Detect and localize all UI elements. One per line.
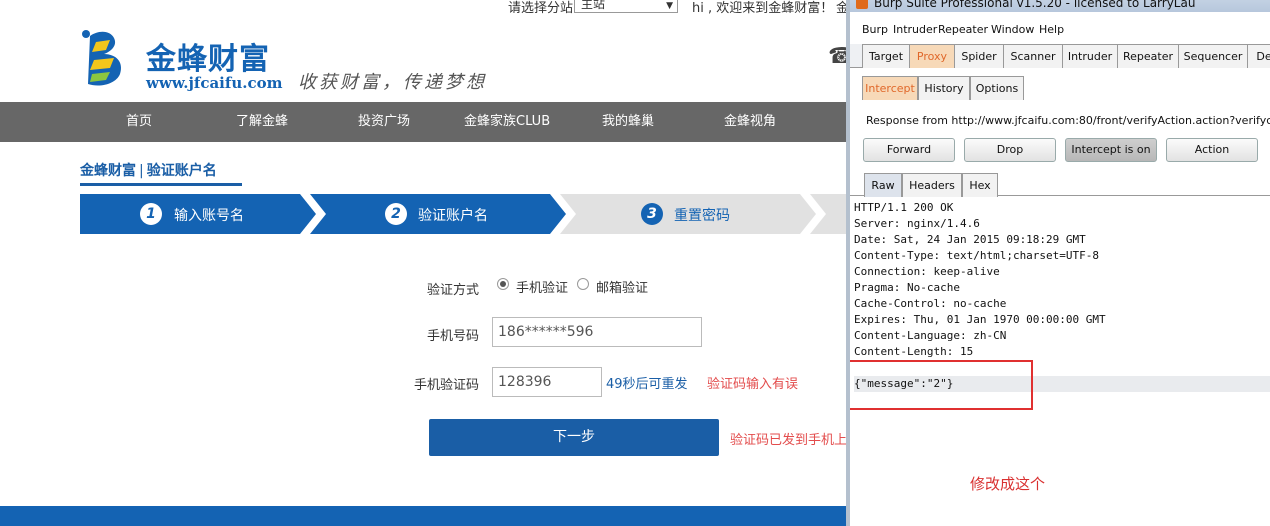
step-1-number: 1 [140,203,162,225]
resend-countdown[interactable]: 49秒后可重发 [606,373,688,392]
step-3: 3 重置密码 [560,194,816,234]
nav-item-perspective[interactable]: 金蜂视角 [724,102,776,142]
next-button[interactable]: 下一步 [429,419,719,456]
proxy-sub-tabs: Intercept History Options [850,76,1270,100]
burp-main-tabs: Target Proxy Spider Scanner Intruder Rep… [850,44,1270,68]
response-line: Cache-Control: no-cache [854,297,1007,310]
radio-phone-label[interactable]: 手机验证 [516,277,568,296]
welcome-text: hi , 欢迎来到金蜂财富！ [692,1,834,16]
tab-intercept[interactable]: Intercept [862,76,918,100]
nav-item-home[interactable]: 首页 [126,102,152,142]
menu-repeater[interactable]: Repeater [938,23,988,36]
menu-help[interactable]: Help [1039,23,1064,36]
branch-label: 请选择分站 [508,1,574,16]
main-nav: 首页 了解金蜂 投资广场 金蜂家族CLUB 我的蜂巢 金蜂视角 [0,102,846,142]
tab-spider[interactable]: Spider [954,44,1004,68]
breadcrumb-separator: | [139,163,144,179]
nav-item-about[interactable]: 了解金蜂 [236,102,288,142]
branch-select-value: 主站 [581,0,606,11]
breadcrumb: 金蜂财富 | 验证账户名 [80,160,217,180]
website-panel: 请选择分站 主站 ▼ hi , 欢迎来到金蜂财富！ 金 金蜂财富 www.jfc… [0,0,846,526]
tab-intruder[interactable]: Intruder [1062,44,1118,68]
tab-target[interactable]: Target [862,44,910,68]
code-label: 手机验证码 [413,378,479,393]
phone-icon: ☎ [828,44,846,69]
tab-proxy[interactable]: Proxy [909,44,955,68]
step-1-label: 输入账号名 [174,208,244,224]
response-line: Expires: Thu, 01 Jan 1970 00:00:00 GMT [854,313,1106,326]
tab-repeater[interactable]: Repeater [1117,44,1179,68]
burp-title: Burp Suite Professional v1.5.20 - licens… [874,0,1196,10]
menu-intruder[interactable]: Intruder [893,23,937,36]
branch-select[interactable]: 主站 ▼ [574,0,678,13]
logo-name: 金蜂财富 [146,42,270,77]
nav-item-club[interactable]: 金蜂家族CLUB [464,102,550,142]
step-4 [810,194,846,234]
step-2: 2 验证账户名 [310,194,566,234]
tab-headers[interactable]: Headers [902,173,962,197]
site-logo[interactable]: 金蜂财富 www.jfcaifu.com [80,28,300,92]
drop-button[interactable]: Drop [964,138,1056,162]
tab-history[interactable]: History [918,76,970,100]
step-2-number: 2 [385,203,407,225]
bee-logo-icon [82,30,122,86]
response-line: Content-Length: 15 [854,345,974,358]
logo-url: www.jfcaifu.com [146,74,283,92]
menu-burp[interactable]: Burp [862,23,888,36]
step-3-label: 重置密码 [674,208,730,224]
response-line: Content-Language: zh-CN [854,329,1007,342]
menu-window[interactable]: Window [991,23,1034,36]
response-editor[interactable]: HTTP/1.1 200 OK Server: nginx/1.4.6 Date… [854,200,1270,392]
burp-window: Burp Suite Professional v1.5.20 - licens… [846,0,1270,526]
code-sent-notice: 验证码已发到手机上 [730,433,846,448]
breadcrumb-underline [80,183,242,186]
response-line: Date: Sat, 24 Jan 2015 09:18:29 GMT [854,233,1086,246]
chevron-down-icon: ▼ [666,1,673,11]
response-from-url: Response from http://www.jfcaifu.com:80/… [866,114,1270,127]
tab-options[interactable]: Options [970,76,1024,100]
intercept-toggle-button[interactable]: Intercept is on [1065,138,1157,162]
phone-input[interactable]: 186******596 [492,317,702,347]
action-button[interactable]: Action [1166,138,1258,162]
response-line: Connection: keep-alive [854,265,1000,278]
step-progress: 1 输入账号名 2 验证账户名 3 重置密码 [80,194,846,234]
radio-email-label[interactable]: 邮箱验证 [596,277,648,296]
step-2-label: 验证账户名 [418,208,488,224]
response-line: Content-Type: text/html;charset=UTF-8 [854,249,1100,262]
code-error: 验证码输入有误 [707,377,799,392]
step-4-arrow [810,194,846,234]
nav-item-my-hive[interactable]: 我的蜂巢 [602,102,654,142]
response-line: Server: nginx/1.4.6 [854,217,980,230]
footer-bar [0,506,846,526]
tab-decoder[interactable]: Dec [1247,44,1270,68]
tab-raw[interactable]: Raw [864,173,902,197]
code-input[interactable]: 128396 [492,367,602,397]
breadcrumb-home[interactable]: 金蜂财富 [80,163,136,179]
step-3-number: 3 [641,203,663,225]
annotation-note: 修改成这个 [970,475,1046,493]
radio-phone[interactable] [497,278,509,290]
forward-button[interactable]: Forward [863,138,955,162]
view-tabs: Raw Headers Hex [850,173,1270,197]
tab-sequencer[interactable]: Sequencer [1178,44,1248,68]
response-line: HTTP/1.1 200 OK [854,201,954,214]
top-bar: 请选择分站 主站 ▼ hi , 欢迎来到金蜂财富！ 金 [0,0,846,16]
radio-email[interactable] [577,278,589,290]
phone-label: 手机号码 [426,329,479,344]
tab-scanner[interactable]: Scanner [1003,44,1063,68]
burp-app-icon [856,0,868,9]
burp-title-bar: Burp Suite Professional v1.5.20 - licens… [850,0,1270,12]
topbar-more-text: 金 [836,1,846,16]
slogan: 收获财富，传递梦想 [298,72,487,93]
verify-method-label: 验证方式 [426,283,479,298]
annotation-highlight-box [850,360,1033,410]
step-1: 1 输入账号名 [80,194,316,234]
response-line: Pragma: No-cache [854,281,960,294]
tab-hex[interactable]: Hex [962,173,998,197]
breadcrumb-current: 验证账户名 [146,163,217,179]
burp-menu-bar: Burp Intruder Repeater Window Help [850,20,1270,38]
nav-item-invest[interactable]: 投资广场 [358,102,410,142]
